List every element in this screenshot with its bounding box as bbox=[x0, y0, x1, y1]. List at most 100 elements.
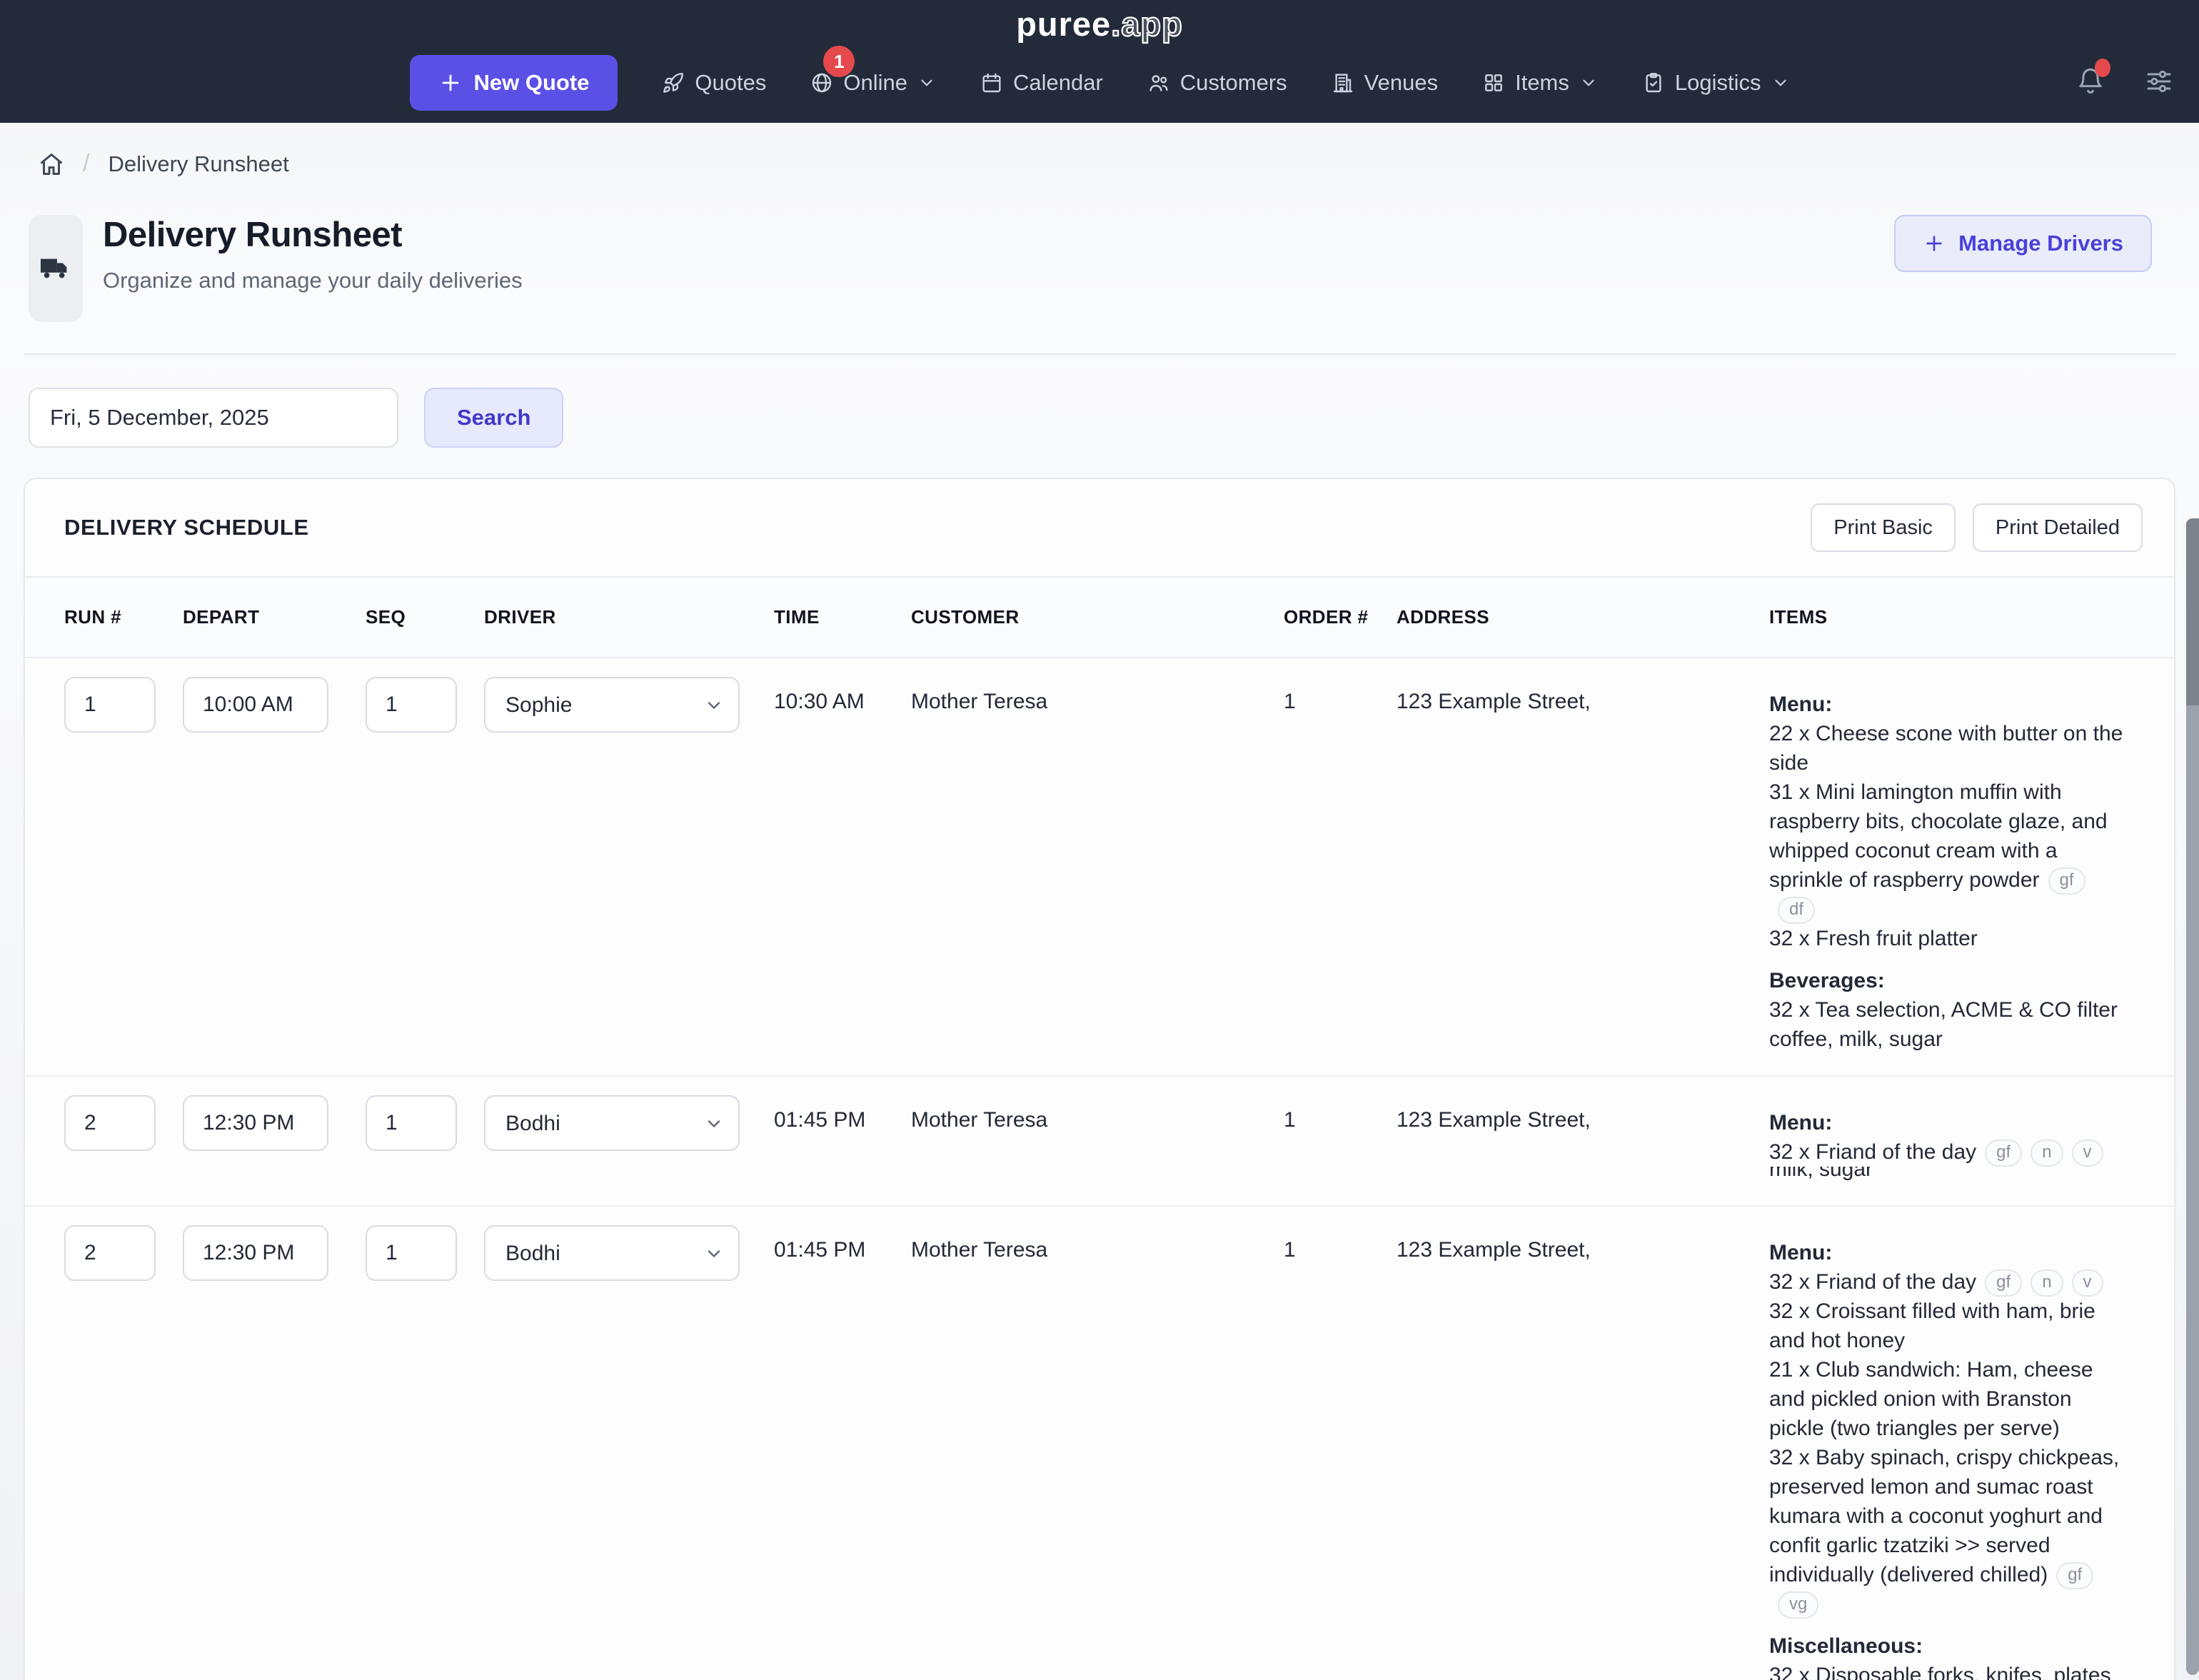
chevron-down-icon bbox=[917, 74, 936, 92]
customer-cell: Mother Teresa bbox=[911, 658, 1284, 1075]
settings-button[interactable] bbox=[2145, 67, 2173, 99]
search-button[interactable]: Search bbox=[424, 388, 563, 448]
breadcrumb: / Delivery Runsheet bbox=[0, 123, 2199, 178]
table-row: Bodhi 01:45 PM Mother Teresa 1 123 Examp… bbox=[25, 1077, 2174, 1207]
diet-badge-v: v bbox=[2072, 1269, 2103, 1297]
nav-item-online[interactable]: 1 Online bbox=[810, 70, 936, 96]
run-number-input[interactable] bbox=[64, 1225, 156, 1281]
globe-icon bbox=[810, 71, 833, 94]
nav-item-label: Venues bbox=[1364, 70, 1438, 96]
date-input[interactable] bbox=[29, 388, 398, 448]
filters-bar: Search bbox=[0, 355, 2199, 448]
diet-badge-gf: gf bbox=[2056, 1562, 2093, 1589]
nav-item-calendar[interactable]: Calendar bbox=[980, 70, 1103, 96]
time-cell: 01:45 PM bbox=[774, 1077, 911, 1205]
nav-item-venues[interactable]: Venues bbox=[1332, 70, 1438, 96]
order-cell: 1 bbox=[1284, 658, 1397, 1075]
driver-select[interactable]: Sophie bbox=[484, 677, 740, 733]
item-group: Beverages:32 x Tea selection, ACME & CO … bbox=[1769, 966, 2128, 1054]
calendar-icon bbox=[980, 71, 1003, 94]
item-group: Menu:32 x Friand of the daygfnv32 x Croi… bbox=[1769, 1238, 2128, 1619]
seq-input[interactable] bbox=[366, 1095, 457, 1151]
address-cell: 123 Example Street, bbox=[1397, 1207, 1769, 1680]
item-group-heading: Menu: bbox=[1769, 690, 2128, 719]
diet-badge-n: n bbox=[2031, 1269, 2063, 1297]
seq-input[interactable] bbox=[366, 677, 457, 733]
depart-time-input[interactable] bbox=[183, 677, 328, 733]
item-line: 32 x Fresh fruit platter bbox=[1769, 924, 2128, 953]
brand-logo: puree.app bbox=[0, 4, 2199, 44]
breadcrumb-separator: / bbox=[83, 150, 89, 178]
truck-icon bbox=[39, 252, 72, 285]
item-group: Miscellaneous:32 x Disposable forks, kni… bbox=[1769, 1631, 2128, 1680]
column-header-customer: Customer bbox=[911, 578, 1284, 657]
page-subtitle: Organize and manage your daily deliverie… bbox=[103, 268, 523, 293]
item-line: 22 x Cheese scone with butter on the sid… bbox=[1769, 719, 2128, 778]
column-header-seq: Seq bbox=[366, 578, 484, 657]
customer-cell: Mother Teresa bbox=[911, 1077, 1284, 1205]
driver-select[interactable]: Bodhi bbox=[484, 1225, 740, 1281]
diet-badge-gf: gf bbox=[1985, 1140, 2022, 1167]
item-group: Menu:22 x Cheese scone with butter on th… bbox=[1769, 690, 2128, 953]
diet-badge-gf: gf bbox=[1985, 1269, 2022, 1297]
depart-time-input[interactable] bbox=[183, 1225, 328, 1281]
item-group-heading: Menu: bbox=[1769, 1238, 2128, 1267]
nav-item-customers[interactable]: Customers bbox=[1147, 70, 1287, 96]
item-line: milk, sugar bbox=[1769, 1167, 2128, 1184]
page-scrollbar[interactable] bbox=[2186, 518, 2199, 1675]
item-line: 32 x Friand of the daygfnv bbox=[1769, 1137, 2128, 1167]
top-navbar: puree.app New Quote Quotes 1 Online Cale… bbox=[0, 0, 2199, 123]
item-group-heading: Miscellaneous: bbox=[1769, 1631, 2128, 1661]
item-group: Menu:32 x Friand of the daygfnvmilk, sug… bbox=[1769, 1108, 2128, 1184]
diet-badge-vg: vg bbox=[1778, 1591, 1818, 1619]
delivery-schedule-card: DELIVERY SCHEDULE Print Basic Print Deta… bbox=[24, 478, 2175, 1680]
notifications-button[interactable] bbox=[2076, 67, 2105, 99]
schedule-title: DELIVERY SCHEDULE bbox=[64, 515, 309, 540]
page-header: Delivery Runsheet Organize and manage yo… bbox=[0, 178, 2199, 322]
print-detailed-button[interactable]: Print Detailed bbox=[1973, 503, 2143, 552]
run-number-input[interactable] bbox=[64, 677, 156, 733]
depart-time-input[interactable] bbox=[183, 1095, 328, 1151]
column-header-address: Address bbox=[1397, 578, 1769, 657]
scrollbar-thumb-cap bbox=[2186, 518, 2199, 705]
item-line: 21 x Club sandwich: Ham, cheese and pick… bbox=[1769, 1355, 2128, 1443]
chevron-down-icon bbox=[1579, 74, 1598, 92]
driver-select[interactable]: Bodhi bbox=[484, 1095, 740, 1151]
rocket-icon bbox=[662, 71, 685, 94]
breadcrumb-current: Delivery Runsheet bbox=[108, 151, 288, 177]
customer-cell: Mother Teresa bbox=[911, 1207, 1284, 1680]
plus-icon bbox=[1923, 232, 1946, 255]
clipboard-icon bbox=[1642, 71, 1665, 94]
brand-logo-outline: .app bbox=[1111, 5, 1183, 43]
new-quote-button[interactable]: New Quote bbox=[410, 55, 618, 111]
people-icon bbox=[1147, 71, 1170, 94]
item-line: 32 x Tea selection, ACME & CO filter cof… bbox=[1769, 995, 2128, 1054]
nav-item-quotes[interactable]: Quotes bbox=[662, 70, 766, 96]
schedule-card-header: DELIVERY SCHEDULE Print Basic Print Deta… bbox=[25, 479, 2174, 576]
schedule-rows: Sophie 10:30 AM Mother Teresa 1 123 Exam… bbox=[25, 658, 2174, 1680]
app-root: puree.app New Quote Quotes 1 Online Cale… bbox=[0, 0, 2199, 1680]
table-header-row: Run # Depart Seq Driver Time Customer Or… bbox=[25, 576, 2174, 658]
nav-item-label: Calendar bbox=[1013, 70, 1103, 96]
column-header-time: Time bbox=[774, 578, 911, 657]
nav-item-items[interactable]: Items bbox=[1482, 70, 1598, 96]
print-basic-button[interactable]: Print Basic bbox=[1811, 503, 1956, 552]
run-number-input[interactable] bbox=[64, 1095, 156, 1151]
manage-drivers-button[interactable]: Manage Drivers bbox=[1894, 215, 2152, 272]
table-row: Bodhi 01:45 PM Mother Teresa 1 123 Examp… bbox=[25, 1207, 2174, 1680]
diet-badge-v: v bbox=[2072, 1140, 2103, 1167]
item-line: 32 x Baby spinach, crispy chickpeas, pre… bbox=[1769, 1443, 2128, 1619]
column-header-items: Items bbox=[1769, 578, 2143, 657]
seq-input[interactable] bbox=[366, 1225, 457, 1281]
topbar-right bbox=[2076, 54, 2173, 111]
column-header-run: Run # bbox=[64, 578, 183, 657]
diet-badge-gf: gf bbox=[2048, 867, 2085, 895]
home-icon[interactable] bbox=[39, 151, 64, 177]
order-cell: 1 bbox=[1284, 1077, 1397, 1205]
time-cell: 01:45 PM bbox=[774, 1207, 911, 1680]
nav-item-logistics[interactable]: Logistics bbox=[1642, 70, 1790, 96]
order-cell: 1 bbox=[1284, 1207, 1397, 1680]
main-nav: New Quote Quotes 1 Online Calendar Custo… bbox=[0, 54, 2199, 111]
notification-dot bbox=[2095, 59, 2110, 77]
item-line: 32 x Disposable forks, knifes, plates bbox=[1769, 1661, 2128, 1680]
